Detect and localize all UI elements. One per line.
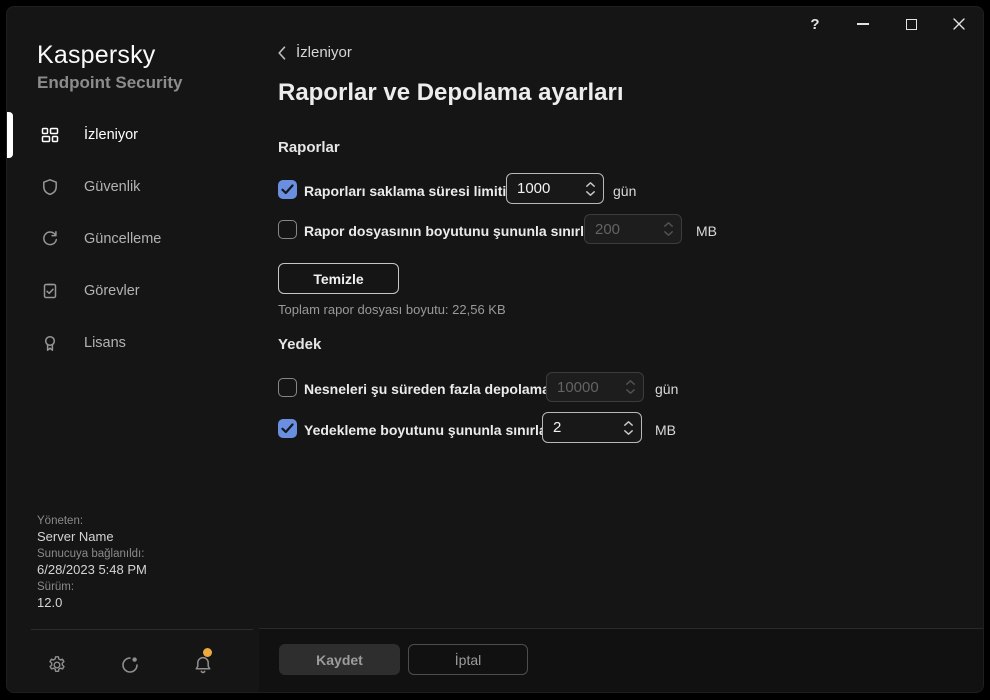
- spin-buttons[interactable]: [624, 421, 633, 435]
- total-report-size-text: Toplam rapor dosyası boyutu: 22,56 KB: [278, 302, 506, 317]
- backup-size-label: Yedekleme boyutunu şununla sınırla: [304, 422, 547, 438]
- spin-down-icon: [626, 389, 635, 394]
- spin-up-icon[interactable]: [586, 182, 595, 187]
- sidebar-item-tasks[interactable]: Görevler: [7, 276, 259, 306]
- checkmark-icon: [281, 423, 294, 434]
- sidebar-footer-divider: [31, 629, 253, 630]
- version-value: 12.0: [37, 595, 147, 611]
- minimize-button[interactable]: [839, 7, 887, 41]
- report-retention-label: Raporları saklama süresi limiti:: [304, 183, 511, 199]
- spin-up-icon[interactable]: [624, 421, 633, 426]
- report-size-unit: MB: [696, 223, 717, 239]
- backup-size-input[interactable]: [553, 419, 609, 436]
- sidebar-item-license[interactable]: Lisans: [7, 328, 259, 358]
- spin-up-icon: [626, 380, 635, 385]
- backup-retention-checkbox[interactable]: [278, 378, 297, 397]
- sidebar-item-update[interactable]: Güncelleme: [7, 224, 259, 254]
- help-button[interactable]: ?: [791, 7, 839, 41]
- managed-by-value: Server Name: [37, 529, 147, 545]
- connected-label: Sunucuya bağlanıldı:: [37, 547, 147, 562]
- spin-down-icon[interactable]: [586, 191, 595, 196]
- backup-section-heading: Yedek: [278, 336, 321, 353]
- back-link[interactable]: İzleniyor: [278, 44, 352, 61]
- settings-gear-icon[interactable]: [47, 655, 67, 675]
- brand-name: Kaspersky: [37, 41, 156, 70]
- close-icon: [953, 18, 965, 30]
- backup-size-spinner[interactable]: [542, 412, 642, 443]
- spin-buttons: [626, 380, 635, 394]
- reports-section-heading: Raporlar: [278, 139, 340, 156]
- report-retention-spinner[interactable]: [506, 173, 604, 204]
- chevron-left-icon: [278, 46, 286, 60]
- page-title: Raporlar ve Depolama ayarları: [278, 79, 624, 107]
- notification-dot: [203, 648, 212, 657]
- spin-buttons: [664, 222, 673, 236]
- content-footer-divider: [259, 628, 984, 629]
- maximize-icon: [906, 19, 917, 30]
- spin-down-icon[interactable]: [624, 430, 633, 435]
- sidebar-item-label: Güncelleme: [84, 231, 161, 247]
- sidebar-item-monitoring[interactable]: İzleniyor: [7, 120, 259, 150]
- version-label: Sürüm:: [37, 580, 147, 595]
- backup-retention-label: Nesneleri şu süreden fazla depolama: [304, 381, 550, 397]
- spin-buttons[interactable]: [586, 182, 595, 196]
- sidebar-item-label: Görevler: [84, 283, 140, 299]
- report-retention-unit: gün: [613, 183, 636, 199]
- support-swirl-icon[interactable]: [120, 655, 140, 675]
- dashboard-icon: [41, 126, 59, 144]
- brand-product: Endpoint Security: [37, 73, 182, 93]
- backup-size-checkbox[interactable]: [278, 419, 297, 438]
- back-label: İzleniyor: [296, 44, 352, 61]
- spin-down-icon: [664, 231, 673, 236]
- refresh-icon: [41, 230, 59, 248]
- clipboard-check-icon: [41, 282, 59, 300]
- report-size-checkbox[interactable]: [278, 220, 297, 239]
- connected-value: 6/28/2023 5:48 PM: [37, 562, 147, 578]
- backup-retention-input: [557, 379, 613, 396]
- app-window: ? Kaspersky Endpoint Security İzleniyor …: [6, 6, 984, 693]
- backup-size-unit: MB: [655, 422, 676, 438]
- maximize-button[interactable]: [887, 7, 935, 41]
- sidebar-item-security[interactable]: Güvenlik: [7, 172, 259, 202]
- sidebar-item-label: İzleniyor: [84, 127, 138, 143]
- backup-retention-spinner: [546, 372, 644, 402]
- spin-up-icon: [664, 222, 673, 227]
- sidebar-item-label: Lisans: [84, 335, 126, 351]
- report-size-label: Rapor dosyasının boyutunu şununla sınırl…: [304, 223, 596, 239]
- minimize-icon: [857, 23, 869, 25]
- save-button[interactable]: Kaydet: [279, 644, 400, 675]
- clear-reports-button[interactable]: Temizle: [278, 263, 399, 294]
- managed-by-label: Yöneten:: [37, 514, 147, 529]
- backup-retention-unit: gün: [655, 381, 678, 397]
- report-size-spinner: [584, 214, 682, 244]
- report-retention-input[interactable]: [517, 180, 573, 197]
- report-size-input: [595, 221, 651, 238]
- checkmark-icon: [281, 184, 294, 195]
- report-retention-checkbox[interactable]: [278, 180, 297, 199]
- award-icon: [41, 334, 59, 352]
- shield-icon: [41, 178, 59, 196]
- connection-info: Yöneten: Server Name Sunucuya bağlanıldı…: [37, 512, 147, 611]
- notifications-bell-icon[interactable]: [193, 655, 213, 675]
- close-button[interactable]: [935, 7, 983, 41]
- sidebar-item-label: Güvenlik: [84, 179, 140, 195]
- titlebar-controls: ?: [791, 7, 983, 41]
- cancel-button[interactable]: İptal: [408, 644, 528, 675]
